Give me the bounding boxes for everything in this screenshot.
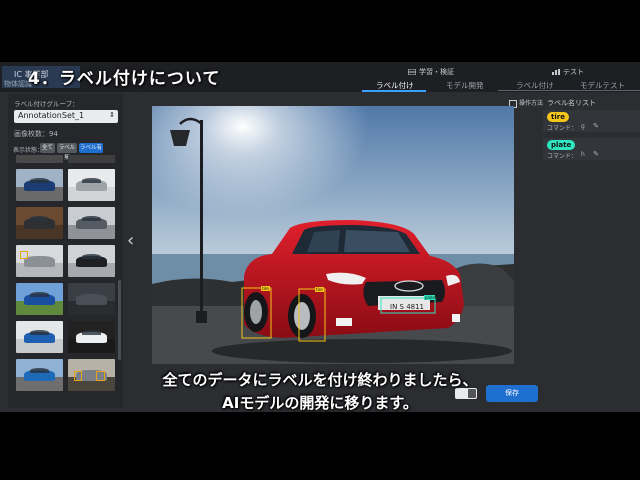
label-list-title: ラベル名リスト [547, 99, 596, 107]
thumbnail[interactable] [16, 245, 63, 277]
thumbnail[interactable] [68, 283, 115, 315]
image-count: 画像枚数：94 [14, 130, 58, 138]
app-header: IC 事業部 物体認識 4．ラベル付けについて 学習・検証 テスト ラベル付け … [0, 62, 640, 92]
annotation-app: IC 事業部 物体認識 4．ラベル付けについて 学習・検証 テスト ラベル付け … [0, 62, 640, 412]
thumbnail-scrollbar[interactable] [118, 280, 121, 360]
chevron-updown-icon: ⇕ [109, 111, 115, 119]
annotation-group-select[interactable]: AnnotationSet_1 ⇕ [14, 110, 118, 123]
label-item-plate[interactable]: plate コマンド： h ✎ [543, 138, 640, 160]
command-key: h [581, 151, 585, 158]
command-label: コマンド： [547, 125, 578, 132]
group-select-label: ラベル付けグループ： [14, 100, 79, 108]
previous-image-icon[interactable]: ‹ [127, 230, 134, 251]
pencil-icon[interactable]: ✎ [593, 150, 599, 158]
label-item-tire[interactable]: tire コマンド： g ✎ [543, 110, 640, 132]
thumbnail[interactable] [16, 155, 63, 163]
thumbnail[interactable] [68, 245, 115, 277]
thumbnail[interactable] [16, 207, 63, 239]
thumbnail[interactable] [68, 169, 115, 201]
plate-tag-text: plate [425, 295, 436, 300]
command-label: コマンド： [547, 153, 578, 160]
annotation-canvas[interactable]: tire tire plate IN S 4811 [152, 106, 514, 364]
group-training-validation: 学習・検証 [407, 67, 454, 77]
subtitle-line-2: AIモデルの開発に移ります。 [222, 394, 418, 412]
filter-labeled[interactable]: ラベル有 [79, 143, 103, 153]
thumbnail[interactable] [68, 155, 115, 163]
group-test: テスト [552, 67, 584, 77]
pencil-icon[interactable]: ✎ [593, 122, 599, 130]
group-label: 学習・検証 [419, 68, 454, 76]
selected-group: AnnotationSet_1 [18, 111, 85, 120]
command-key: g [581, 123, 585, 130]
tire-tag-text: tire [262, 286, 269, 291]
tab-model-development[interactable]: モデル開発 [446, 80, 484, 91]
active-tab-indicator [362, 90, 426, 92]
tire-tag-text: tire [316, 287, 323, 292]
label-list-panel: ラベル名リスト tire コマンド： g ✎ plate コマンド： h ✎ [543, 98, 640, 198]
thumbnail[interactable] [16, 169, 63, 201]
training-icon [407, 68, 417, 76]
filter-all[interactable]: 全て [40, 143, 55, 153]
filter-unlabeled[interactable]: ラベル無 [57, 143, 77, 161]
subtitle-line-1: 全てのデータにラベルを付け終わりましたら、 [162, 371, 478, 389]
operations-label: 操作方法 [519, 100, 544, 107]
chart-icon [552, 69, 560, 75]
thumbnail[interactable] [68, 321, 115, 353]
left-panel: ラベル付けグループ： AnnotationSet_1 ⇕ 画像枚数：94 表示状… [8, 94, 123, 408]
license-plate-text: IN S 4811 [390, 303, 424, 311]
thumbnail[interactable] [16, 321, 63, 353]
section-title: 4．ラベル付けについて [28, 69, 221, 89]
tab-divider [498, 90, 640, 91]
thumbnail-grid [16, 155, 117, 403]
group-label: テスト [563, 68, 584, 76]
thumbnail[interactable] [68, 207, 115, 239]
label-name: plate [547, 140, 576, 150]
car-shadow [212, 339, 512, 363]
filter-label: 表示状態： [13, 147, 44, 154]
label-name: tire [547, 112, 569, 122]
operations-link[interactable]: 操作方法 [509, 98, 543, 108]
thumbnail[interactable] [16, 283, 63, 315]
